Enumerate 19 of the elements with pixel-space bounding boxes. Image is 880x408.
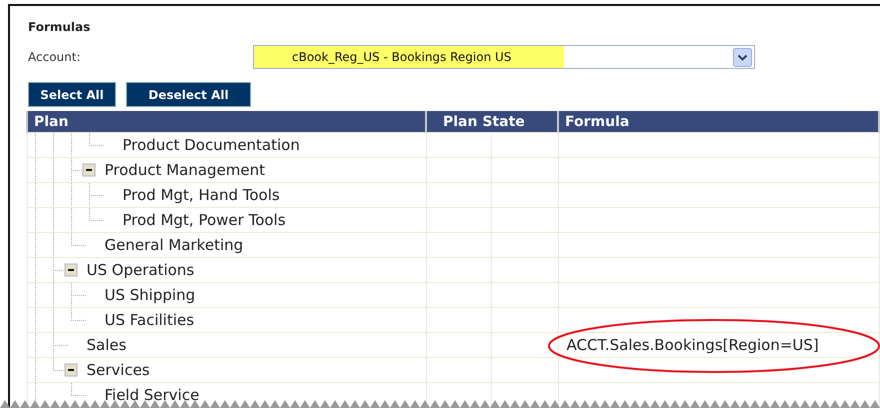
tree-item[interactable]: Services xyxy=(86,361,150,379)
collapse-icon[interactable] xyxy=(82,164,95,176)
account-dropdown[interactable]: cBook_Reg_US - Bookings Region US xyxy=(253,45,755,69)
column-header: Plan xyxy=(27,111,426,132)
tree-item[interactable]: US Facilities xyxy=(104,311,194,329)
select-all-button[interactable]: Select All xyxy=(28,82,116,107)
tree-lines xyxy=(34,208,105,232)
column-header: Formula xyxy=(558,111,879,132)
collapse-icon[interactable] xyxy=(64,364,77,376)
section-title: Formulas xyxy=(28,20,90,34)
formula-text: ACCT.Sales.Bookings[Region=US] xyxy=(566,336,819,354)
deselect-all-button[interactable]: Deselect All xyxy=(126,82,251,107)
tree-item[interactable]: Sales xyxy=(86,336,126,354)
account-label: Account: xyxy=(28,50,82,64)
tree-item[interactable]: Field Service xyxy=(104,386,200,404)
column-header: Plan State xyxy=(426,111,558,132)
tree-item[interactable]: US Shipping xyxy=(104,286,196,304)
collapse-icon[interactable] xyxy=(64,264,77,276)
tree-item[interactable]: US Operations xyxy=(86,261,194,279)
